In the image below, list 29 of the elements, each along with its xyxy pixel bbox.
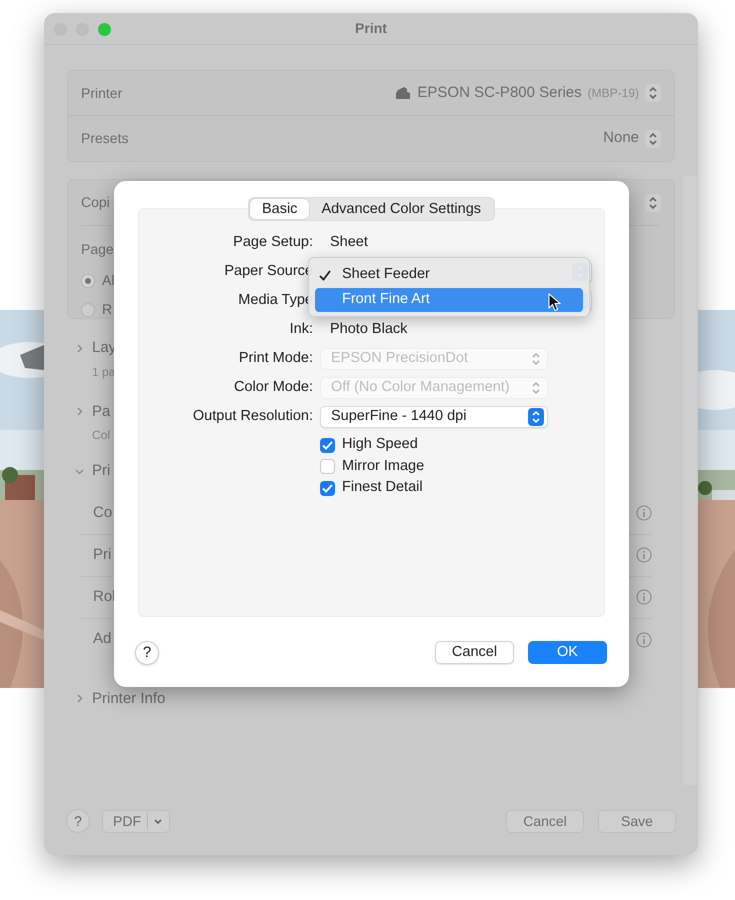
presets-value: None (603, 128, 639, 148)
option-label: Pri (93, 544, 112, 565)
radio-label: Al (102, 271, 114, 290)
field-label: Copi (81, 193, 110, 212)
radio-label: R (102, 300, 112, 319)
field-label: Paper Source (224, 262, 313, 281)
option-label: Co (93, 502, 112, 523)
option-label: Ad (93, 629, 112, 650)
field-label: Printer (81, 84, 122, 102)
checkbox-label: High Speed (342, 435, 418, 454)
checkbox-label: Finest Detail (342, 478, 423, 498)
popup-button: Off (No Color Management) (320, 376, 548, 398)
field-value: Sheet (329, 232, 368, 252)
section-summary: Col (91, 427, 110, 444)
field-label: Color Mode: (234, 378, 313, 397)
field-label: Print Mode: (238, 348, 313, 368)
printer-value: EPSON SC-P800 Series (417, 82, 582, 103)
window-title: Print (355, 19, 387, 38)
field-label: Ink: (290, 320, 313, 339)
field-label: Output Resolution: (192, 406, 313, 426)
field-label: Page (81, 240, 114, 259)
checkbox-label: Mirror Image (342, 456, 424, 476)
popup-button: EPSON PrecisionDot (320, 348, 548, 370)
field-label: Presets (81, 129, 128, 148)
field-label: Page Setup: (233, 232, 313, 252)
pdf-label: PDF (103, 813, 148, 829)
field-value: Photo Black (329, 320, 408, 339)
printer-detail: (MBP-19) (588, 85, 639, 102)
field-label: Media Type (238, 290, 313, 310)
